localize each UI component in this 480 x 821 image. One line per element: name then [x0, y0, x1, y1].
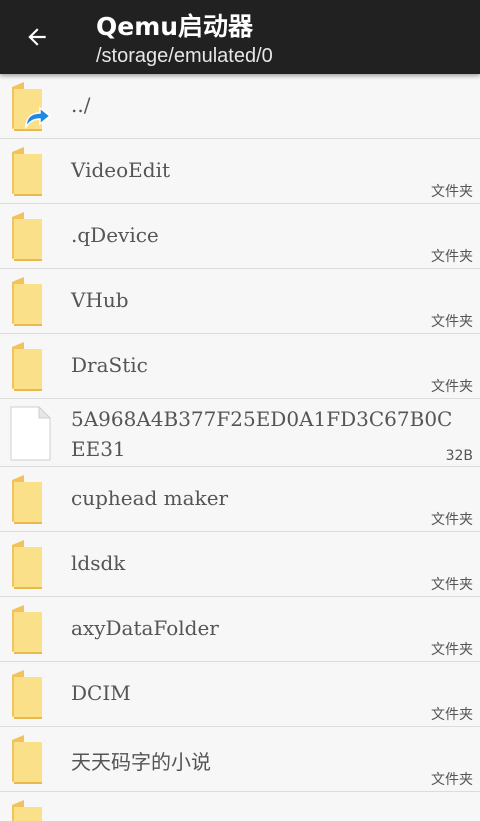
item-name: ../ — [71, 93, 91, 117]
folder-icon — [8, 604, 52, 656]
list-item[interactable]: VideoEdit 文件夹 — [0, 139, 480, 204]
list-item[interactable]: axyDataFolder 文件夹 — [0, 597, 480, 662]
item-type: 文件夹 — [431, 772, 473, 788]
item-name: ldsdk — [71, 551, 126, 575]
folder-icon — [8, 341, 52, 393]
item-type: 文件夹 — [431, 642, 473, 658]
list-item[interactable]: ldsdk 文件夹 — [0, 532, 480, 597]
file-list: ../ VideoEdit 文件夹 .qDevice 文件夹 VHub 文件夹 … — [0, 74, 480, 821]
list-item[interactable]: DraStic 文件夹 — [0, 334, 480, 399]
app-bar: Qemu启动器 /storage/emulated/0 — [0, 0, 480, 74]
current-path: /storage/emulated/0 — [96, 45, 273, 67]
item-type: 文件夹 — [431, 184, 473, 200]
item-name: 天天码字的小说 — [71, 750, 211, 774]
item-name: VHub — [71, 288, 129, 312]
list-item[interactable]: DCIM 文件夹 — [0, 662, 480, 727]
list-item-parent[interactable]: ../ — [0, 74, 480, 139]
item-name: cuphead maker — [71, 486, 229, 510]
folder-icon — [8, 211, 52, 263]
folder-icon — [8, 734, 52, 786]
list-item[interactable] — [0, 792, 480, 821]
folder-icon — [8, 539, 52, 591]
item-type: 文件夹 — [431, 512, 473, 528]
item-name: DCIM — [71, 681, 131, 705]
list-item[interactable]: VHub 文件夹 — [0, 269, 480, 334]
item-type: 文件夹 — [431, 379, 473, 395]
item-name: .qDevice — [71, 223, 159, 247]
list-item[interactable]: cuphead maker 文件夹 — [0, 467, 480, 532]
item-type: 文件夹 — [431, 314, 473, 330]
folder-icon — [8, 146, 52, 198]
folder-icon — [8, 669, 52, 721]
item-type: 文件夹 — [431, 249, 473, 265]
folder-icon — [8, 276, 52, 328]
item-name: DraStic — [71, 353, 148, 377]
item-size: 32B — [445, 448, 473, 464]
list-item[interactable]: .qDevice 文件夹 — [0, 204, 480, 269]
folder-icon — [8, 474, 52, 526]
list-item[interactable]: 天天码字的小说 文件夹 — [0, 727, 480, 792]
list-item[interactable]: 5A968A4B377F25ED0A1FD3C67B0CEE31 32B — [0, 399, 480, 467]
item-type: 文件夹 — [431, 707, 473, 723]
item-type: 文件夹 — [431, 577, 473, 593]
app-title: Qemu启动器 — [96, 12, 254, 41]
item-name: axyDataFolder — [71, 616, 219, 640]
folder-up-icon — [8, 81, 52, 133]
item-name: VideoEdit — [71, 158, 171, 182]
file-icon — [8, 405, 52, 461]
folder-icon — [8, 799, 52, 821]
item-name: 5A968A4B377F25ED0A1FD3C67B0CEE31 — [71, 407, 453, 461]
arrow-left-icon — [28, 28, 46, 46]
back-button[interactable] — [14, 16, 60, 58]
